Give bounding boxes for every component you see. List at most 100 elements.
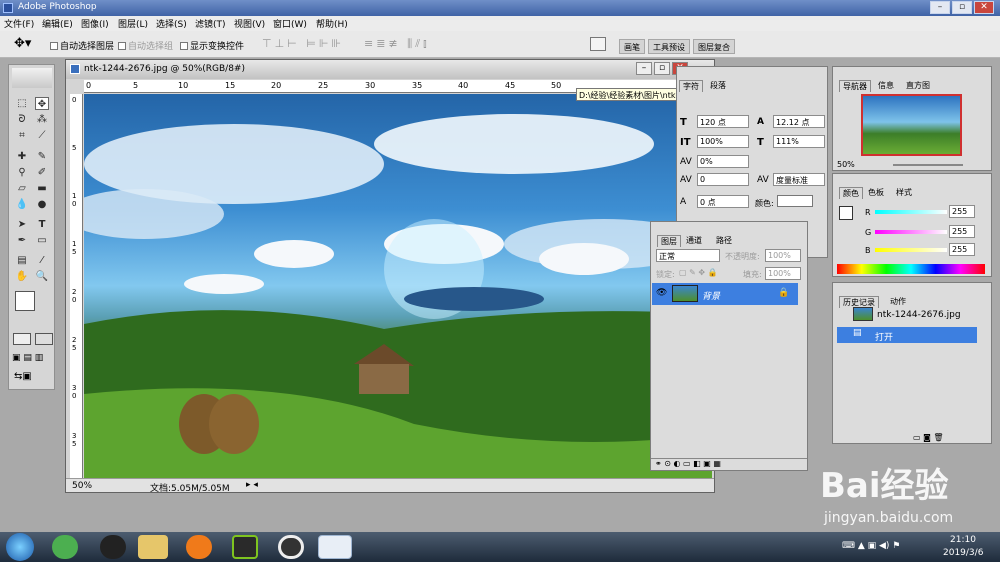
tracking-field[interactable]: 0% xyxy=(697,155,749,168)
tab-layers[interactable]: 图层 xyxy=(657,235,681,247)
history-step-open[interactable]: ▤ 打开 xyxy=(837,327,977,343)
tab-styles[interactable]: 样式 xyxy=(893,187,915,199)
kerning-field[interactable]: 0 xyxy=(697,173,749,186)
move-tool-icon[interactable]: ✥▾ xyxy=(14,36,31,51)
jump-to-imageready-icon[interactable]: ⇆▣ xyxy=(14,371,32,382)
layer-row-background[interactable]: 👁 背景 🔒 xyxy=(652,283,798,305)
minimize-button[interactable]: – xyxy=(930,1,950,14)
auto-select-layer-option[interactable]: 自动选择图层 xyxy=(50,39,114,52)
type-tool-icon[interactable]: T xyxy=(35,218,49,231)
tab-info[interactable]: 信息 xyxy=(875,80,897,92)
font-size-field[interactable]: 120 点 xyxy=(697,115,749,128)
clock-date[interactable]: 2019/3/6 xyxy=(943,548,983,558)
doc-minimize-button[interactable]: – xyxy=(636,62,652,75)
text-color-swatch[interactable] xyxy=(777,195,813,207)
navigator-zoom-slider[interactable] xyxy=(893,164,963,166)
navigator-zoom[interactable]: 50% xyxy=(837,160,855,169)
menu-view[interactable]: 视图(V) xyxy=(234,17,265,30)
r-value[interactable]: 255 xyxy=(949,205,975,218)
blur-tool-icon[interactable]: 💧 xyxy=(15,198,29,211)
move-tool-icon[interactable]: ✥ xyxy=(35,97,49,110)
crop-tool-icon[interactable]: ⌗ xyxy=(15,129,29,142)
leading-field[interactable]: 12.12 点 xyxy=(773,115,825,128)
menu-edit[interactable]: 编辑(E) xyxy=(42,17,73,30)
tab-swatches[interactable]: 色板 xyxy=(865,187,887,199)
history-footer-icons[interactable]: ▭ ◙ 🗑 xyxy=(913,433,944,442)
tab-paragraph[interactable]: 段落 xyxy=(707,80,729,92)
menu-image[interactable]: 图像(I) xyxy=(81,17,109,30)
menu-select[interactable]: 选择(S) xyxy=(156,17,187,30)
clock-time[interactable]: 21:10 xyxy=(950,535,976,545)
navigator-preview[interactable] xyxy=(861,94,962,156)
tab-tool-presets[interactable]: 工具预设 xyxy=(648,39,690,54)
gradient-tool-icon[interactable]: ▬ xyxy=(35,182,49,195)
blend-mode-select[interactable]: 正常 xyxy=(656,249,720,262)
taskbar-firefox-icon[interactable] xyxy=(186,535,212,559)
doc-maximize-button[interactable]: ▫ xyxy=(654,62,670,75)
fill-field[interactable]: 100% xyxy=(765,267,801,280)
vertical-scale-field[interactable]: 100% xyxy=(697,135,749,148)
distribute-icons[interactable]: ≡≣≢ ⫼⫽⫾ xyxy=(364,37,430,51)
shape-tool-icon[interactable]: ▭ xyxy=(35,234,49,247)
tray-icons[interactable]: ⌨ ▲ ▣ ◀) ⚑ xyxy=(842,541,900,551)
dodge-tool-icon[interactable]: ● xyxy=(35,198,49,211)
tab-color[interactable]: 颜色 xyxy=(839,187,863,199)
clone-stamp-icon[interactable]: ⚲ xyxy=(15,166,29,179)
magic-wand-icon[interactable]: ⁂ xyxy=(35,113,49,126)
opacity-field[interactable]: 100% xyxy=(765,249,801,262)
taskbar-explorer-icon[interactable] xyxy=(138,535,168,559)
status-arrow-icon[interactable]: ▸ ◂ xyxy=(246,480,258,490)
show-transform-option[interactable]: 显示变换控件 xyxy=(180,39,244,52)
taskbar-record-icon[interactable] xyxy=(278,535,304,559)
b-slider[interactable] xyxy=(875,248,947,252)
tab-paths[interactable]: 路径 xyxy=(713,235,735,247)
kerning-mode-select[interactable]: 度量标准 xyxy=(773,173,825,186)
g-value[interactable]: 255 xyxy=(949,225,975,238)
color-fg-swatch[interactable] xyxy=(839,206,853,220)
horizontal-scale-field[interactable]: 111% xyxy=(773,135,825,148)
hand-tool-icon[interactable]: ✋ xyxy=(15,270,29,283)
healing-brush-icon[interactable]: ✚ xyxy=(15,150,29,163)
menu-filter[interactable]: 滤镜(T) xyxy=(195,17,226,30)
baseline-shift-field[interactable]: 0 点 xyxy=(697,195,749,208)
eyedropper-icon[interactable]: ⁄ xyxy=(35,254,49,267)
tab-character[interactable]: 字符 xyxy=(679,80,703,92)
menu-help[interactable]: 帮助(H) xyxy=(316,17,348,30)
slice-tool-icon[interactable]: ⟋ xyxy=(35,129,49,142)
standard-mode-icon[interactable] xyxy=(13,333,31,345)
align-icons[interactable]: ⊤⊥⊢ ⊨⊩⊪ xyxy=(262,37,344,50)
g-slider[interactable] xyxy=(875,230,947,234)
canvas-image[interactable] xyxy=(84,94,712,478)
taskbar-player-icon[interactable] xyxy=(232,535,258,559)
screen-mode-icons[interactable]: ▣ ▤ ▥ xyxy=(12,353,43,363)
zoom-level[interactable]: 50% xyxy=(72,481,92,491)
auto-select-group-option[interactable]: 自动选择组 xyxy=(118,39,173,52)
start-button[interactable] xyxy=(6,533,34,561)
tab-channels[interactable]: 通道 xyxy=(683,235,705,247)
b-value[interactable]: 255 xyxy=(949,243,975,256)
visibility-eye-icon[interactable]: 👁 xyxy=(656,288,667,298)
eraser-tool-icon[interactable]: ▱ xyxy=(15,182,29,195)
maximize-button[interactable]: ▫ xyxy=(952,1,972,14)
menu-window[interactable]: 窗口(W) xyxy=(273,17,307,30)
notes-tool-icon[interactable]: ▤ xyxy=(15,254,29,267)
path-select-icon[interactable]: ➤ xyxy=(15,218,29,231)
taskbar-photoshop-icon[interactable] xyxy=(318,535,352,559)
tab-actions[interactable]: 动作 xyxy=(887,296,909,308)
tab-navigator[interactable]: 导航器 xyxy=(839,80,871,92)
palette-well-icon[interactable] xyxy=(590,37,606,51)
pen-tool-icon[interactable]: ✒ xyxy=(15,234,29,247)
brush-tool-icon[interactable]: ✎ xyxy=(35,150,49,163)
tab-histogram[interactable]: 直方图 xyxy=(903,80,933,92)
menu-layer[interactable]: 图层(L) xyxy=(118,17,148,30)
zoom-tool-icon[interactable]: 🔍 xyxy=(35,270,49,283)
history-brush-icon[interactable]: ✐ xyxy=(35,166,49,179)
close-button[interactable]: ✕ xyxy=(974,1,994,14)
foreground-color-swatch[interactable] xyxy=(15,291,35,311)
taskbar-360-icon[interactable] xyxy=(52,535,78,559)
lock-icons[interactable]: ▢ ✎ ✥ 🔒 xyxy=(679,268,718,277)
r-slider[interactable] xyxy=(875,210,947,214)
taskbar-qq-icon[interactable] xyxy=(100,535,126,559)
lasso-tool-icon[interactable]: ᘐ xyxy=(15,113,29,126)
layer-name[interactable]: 背景 xyxy=(702,289,720,302)
